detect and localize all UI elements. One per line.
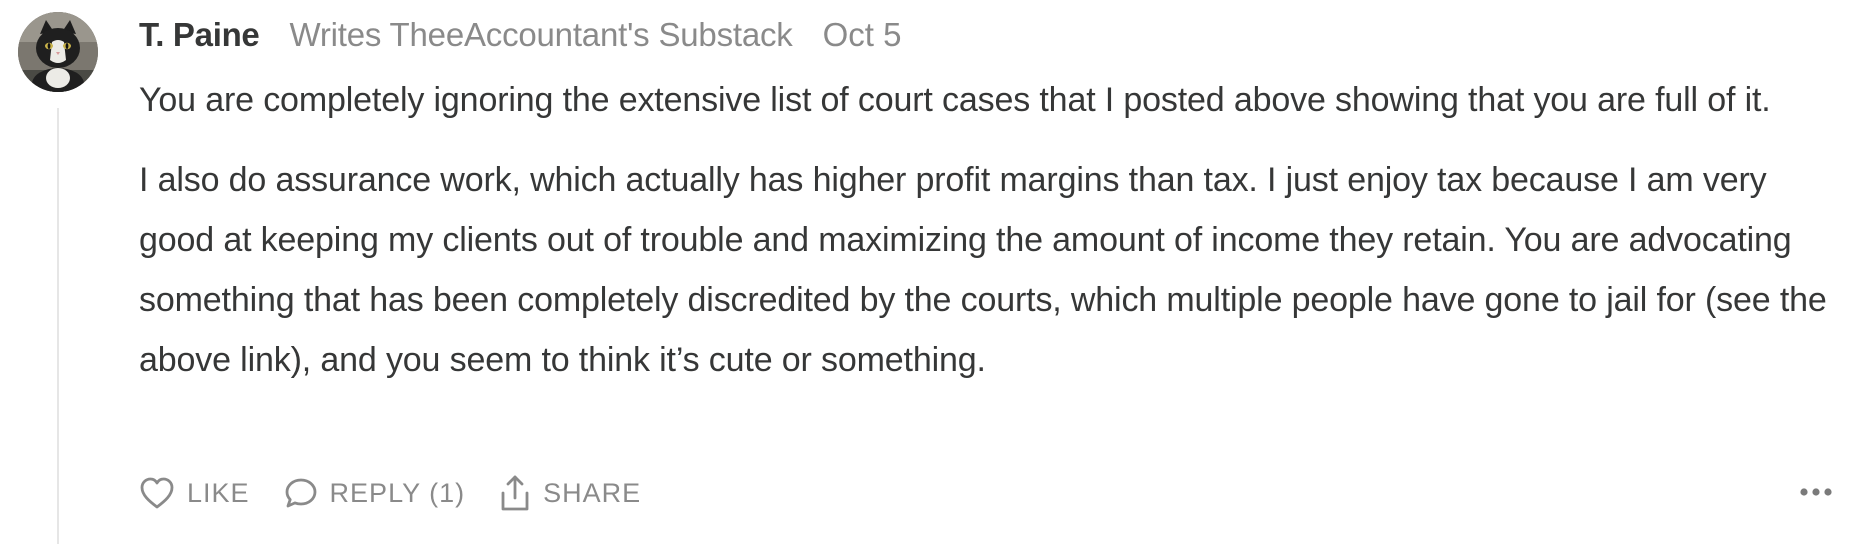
author-byline[interactable]: Writes TheeAccountant's Substack: [289, 16, 792, 54]
cat-avatar-image: [18, 12, 98, 92]
share-label: SHARE: [543, 477, 642, 508]
comment-body: You are completely ignoring the extensiv…: [139, 70, 1839, 390]
reply-label: REPLY (1): [329, 477, 466, 508]
comment-paragraph: I also do assurance work, which actually…: [139, 161, 1827, 379]
thread-line: [57, 108, 59, 544]
speech-bubble-icon: [285, 478, 316, 508]
comment-meta: T. Paine Writes TheeAccountant's Substac…: [139, 0, 1839, 70]
share-icon: [501, 475, 529, 511]
more-options-button[interactable]: [1799, 474, 1833, 505]
comment-date[interactable]: Oct 5: [823, 16, 902, 54]
share-button[interactable]: SHARE: [499, 474, 641, 512]
ellipsis-icon: [1800, 488, 1832, 496]
reply-button[interactable]: REPLY (1): [284, 476, 466, 510]
avatar[interactable]: [18, 12, 98, 92]
comment: T. Paine Writes TheeAccountant's Substac…: [0, 0, 1868, 544]
like-label: LIKE: [187, 477, 250, 508]
heart-icon: [140, 477, 174, 509]
author-name[interactable]: T. Paine: [139, 16, 260, 54]
comment-content: T. Paine Writes TheeAccountant's Substac…: [139, 0, 1839, 390]
comment-paragraph: You are completely ignoring the extensiv…: [139, 81, 1771, 119]
comment-actions: LIKE REPLY (1) SHARE: [139, 468, 1839, 518]
like-button[interactable]: LIKE: [139, 476, 250, 510]
